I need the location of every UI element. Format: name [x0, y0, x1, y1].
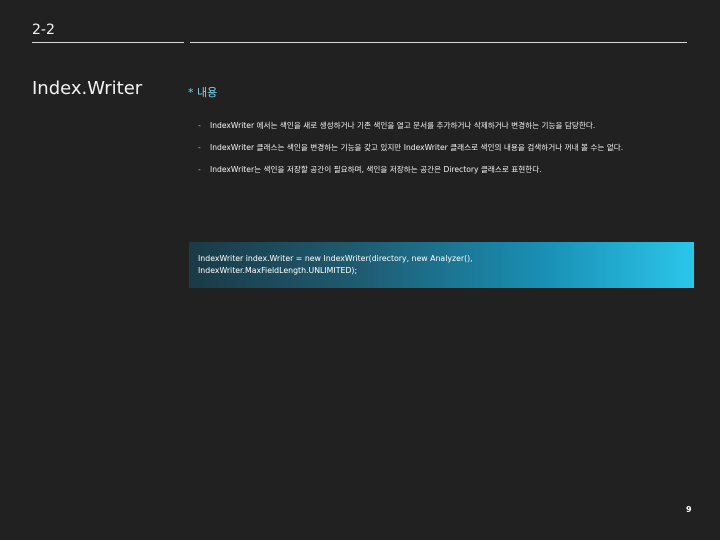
- code-line: IndexWriter index.Writer = new IndexWrit…: [198, 254, 473, 263]
- section-number: 2-2: [32, 22, 55, 38]
- bullet-text: IndexWriter 에서는 색인을 새로 생성하거나 기존 색인을 열고 문…: [210, 121, 596, 130]
- header-rule-right: [190, 42, 687, 43]
- page-number: 9: [686, 505, 692, 514]
- bullet-marker: -: [198, 143, 201, 152]
- content-heading: * 내용: [188, 86, 218, 99]
- bullet-list: - IndexWriter 에서는 색인을 새로 생성하거나 기존 색인을 열고…: [198, 116, 678, 182]
- bullet-item: - IndexWriter는 색인을 저장할 공간이 필요하며, 색인을 저장하…: [198, 160, 678, 179]
- code-box: IndexWriter index.Writer = new IndexWrit…: [189, 242, 694, 288]
- bullet-item: - IndexWriter 에서는 색인을 새로 생성하거나 기존 색인을 열고…: [198, 116, 678, 135]
- header-rule-left: [32, 42, 184, 43]
- bullet-marker: -: [198, 121, 201, 130]
- bullet-text: IndexWriter는 색인을 저장할 공간이 필요하며, 색인을 저장하는 …: [210, 165, 542, 174]
- bullet-item: - IndexWriter 클래스는 색인을 변경하는 기능을 갖고 있지만 I…: [198, 138, 678, 157]
- slide-title: Index.Writer: [32, 78, 143, 99]
- bullet-text: IndexWriter 클래스는 색인을 변경하는 기능을 갖고 있지만 Ind…: [210, 143, 624, 152]
- bullet-marker: -: [198, 165, 201, 174]
- code-line: IndexWriter.MaxFieldLength.UNLIMITED);: [198, 266, 358, 275]
